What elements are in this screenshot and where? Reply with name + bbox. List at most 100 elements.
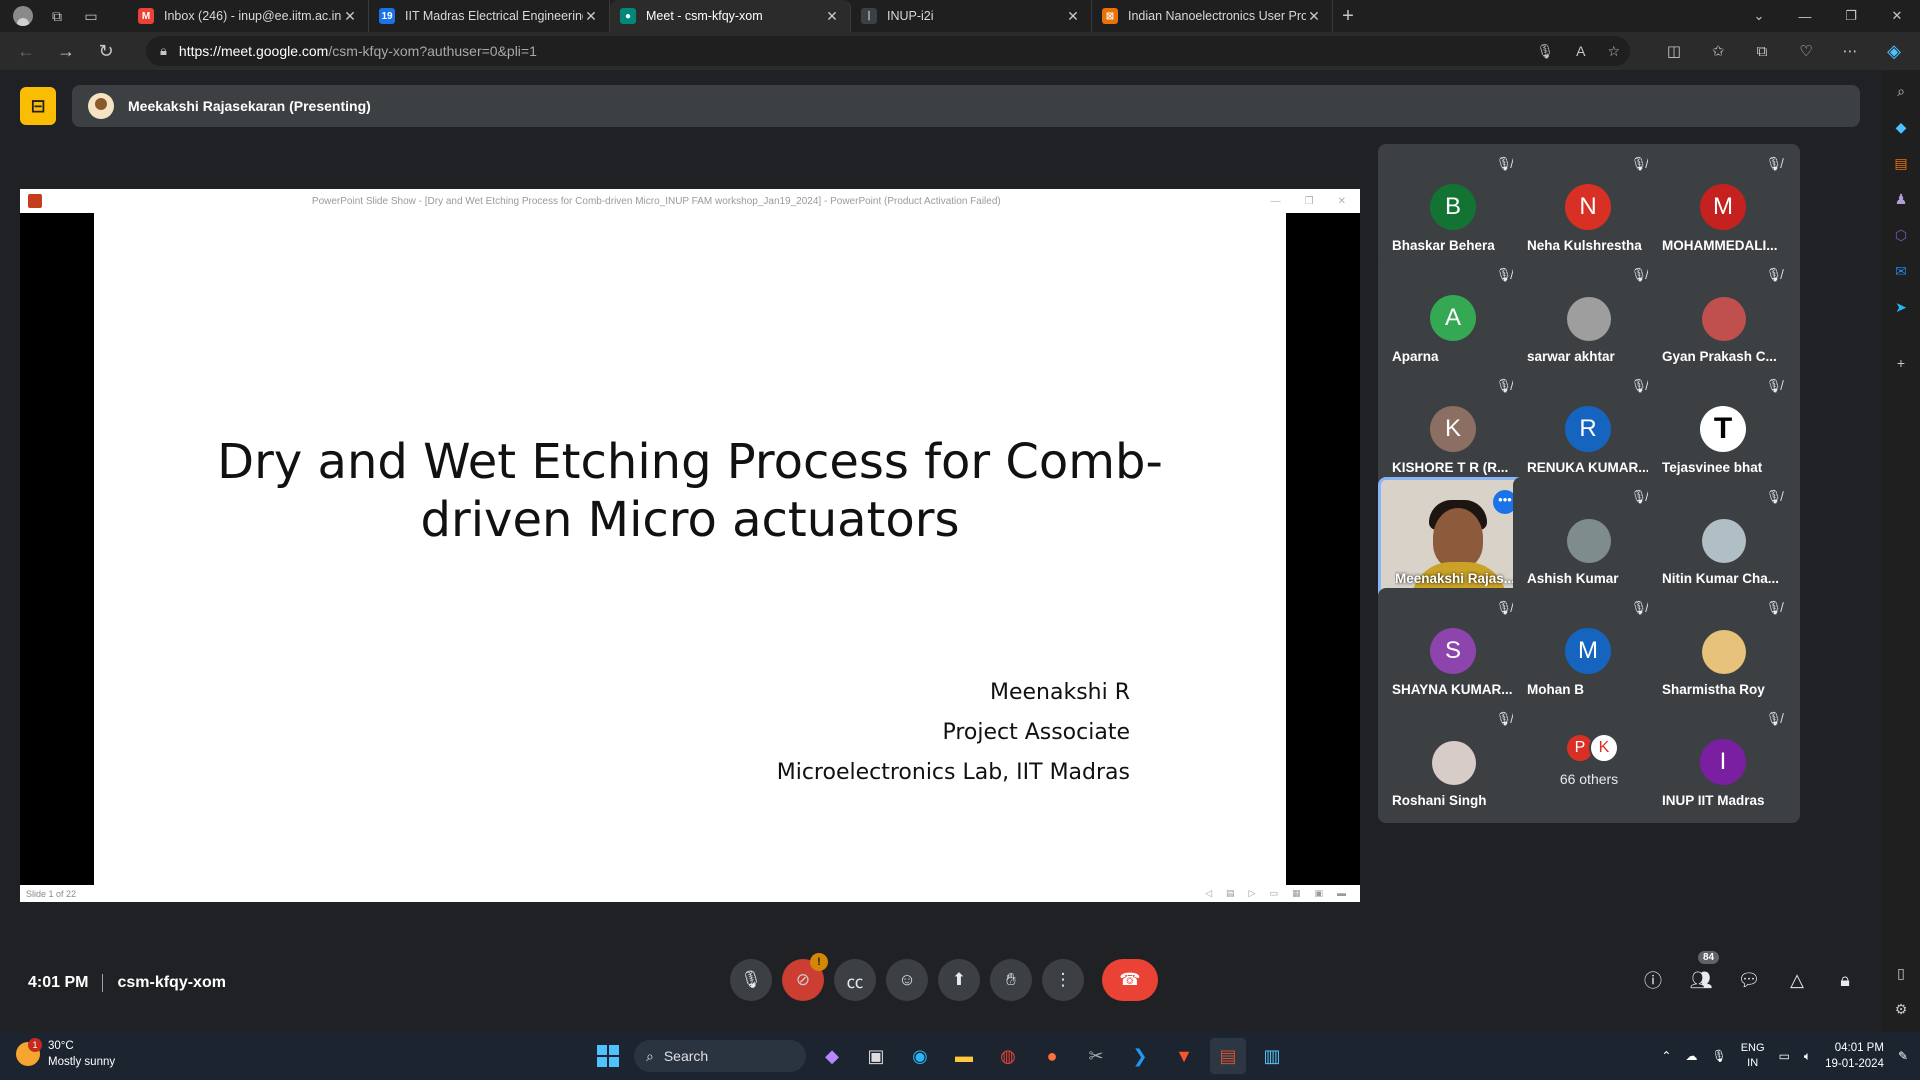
tab-close-icon[interactable]: ✕: [1065, 8, 1081, 25]
sun-icon: 1: [16, 1038, 42, 1066]
raise-hand-button[interactable]: ✋︎: [990, 959, 1032, 1001]
sidebar-telegram-icon[interactable]: ➤: [1890, 296, 1912, 318]
copilot-app-icon[interactable]: ◆: [814, 1038, 850, 1074]
vscode-app-icon[interactable]: ❯: [1122, 1038, 1158, 1074]
participant-tile[interactable]: 🎙︎̸ sarwar akhtar: [1513, 255, 1665, 379]
participant-tile[interactable]: 🎙︎̸ I INUP IIT Madras: [1648, 699, 1800, 823]
firefox-app-icon[interactable]: ●: [1034, 1038, 1070, 1074]
people-button[interactable]: 👥︎ 84: [1686, 951, 1720, 995]
presenter-avatar: [88, 93, 114, 119]
volume-icon[interactable]: 🔈︎: [1804, 1049, 1811, 1064]
activities-button[interactable]: △: [1782, 965, 1812, 995]
back-button[interactable]: ←: [6, 36, 46, 66]
sidebar-panel-icon[interactable]: ▯: [1890, 962, 1912, 984]
stop-presentation-view-button[interactable]: ⊟: [20, 87, 56, 125]
notifications-icon[interactable]: ✎: [1898, 1049, 1908, 1063]
profile-button[interactable]: [8, 3, 38, 29]
snipping-tool-icon[interactable]: ✂: [1078, 1038, 1114, 1074]
participant-tile[interactable]: 🎙︎̸ K KISHORE T R (R...: [1378, 366, 1530, 490]
participant-tile[interactable]: 🎙︎̸ Gyan Prakash C...: [1648, 255, 1800, 379]
browser-tab[interactable]: 19 IIT Madras Electrical Engineering ✕: [369, 0, 610, 32]
file-explorer-icon[interactable]: ▬: [946, 1038, 982, 1074]
url-field[interactable]: 🔒︎ https://meet.google.com/csm-kfqy-xom?…: [146, 36, 1630, 66]
tab-actions-icon[interactable]: ▭: [76, 3, 106, 29]
tray-chevron-icon[interactable]: ⌃: [1661, 1049, 1671, 1063]
tab-close-icon[interactable]: ✕: [342, 8, 358, 25]
sidebar-shopping-icon[interactable]: ◆: [1890, 116, 1912, 138]
tab-close-icon[interactable]: ✕: [824, 8, 840, 25]
browser-tab[interactable]: ● Meet - csm-kfqy-xom ✕: [610, 0, 851, 32]
more-options-button[interactable]: ⋮: [1042, 959, 1084, 1001]
language-indicator[interactable]: ENG IN: [1741, 1041, 1765, 1071]
favorite-star-icon[interactable]: ☆: [1607, 43, 1620, 60]
participant-tile[interactable]: 🎙︎̸ M MOHAMMEDALI...: [1648, 144, 1800, 268]
microphone-icon[interactable]: 🎙︎: [1536, 43, 1554, 60]
participant-tile[interactable]: 🎙︎̸ N Neha Kulshrestha: [1513, 144, 1665, 268]
browser-tab[interactable]: M Inbox (246) - inup@ee.iitm.ac.in ✕: [128, 0, 369, 32]
participant-tile[interactable]: ••• Meenakshi Rajas...: [1378, 477, 1530, 601]
browser-tab[interactable]: ⊠ Indian Nanoelectronics User Prog ✕: [1092, 0, 1333, 32]
more-menu-icon[interactable]: ⋯: [1834, 42, 1866, 60]
notepad-app-icon[interactable]: ▥: [1254, 1038, 1290, 1074]
task-view-icon[interactable]: ▣: [858, 1038, 894, 1074]
onedrive-icon[interactable]: ☁: [1685, 1049, 1697, 1063]
camera-button[interactable]: ⊘!: [782, 953, 828, 1001]
refresh-button[interactable]: ↻: [86, 36, 126, 66]
leave-call-button[interactable]: ☎︎: [1102, 959, 1158, 1001]
site-info-lock-icon[interactable]: 🔒︎: [160, 43, 167, 59]
microphone-button[interactable]: 🎙︎: [730, 959, 772, 1001]
browser-essentials-icon[interactable]: ♡: [1790, 42, 1822, 60]
host-controls-button[interactable]: 🔒︎: [1830, 965, 1860, 995]
favorites-icon[interactable]: ✩: [1702, 42, 1734, 60]
minimize-button[interactable]: —: [1782, 0, 1828, 32]
powerpoint-app-icon[interactable]: ▤: [1210, 1038, 1246, 1074]
clock[interactable]: 04:01 PM 19-01-2024: [1825, 1040, 1884, 1072]
start-button[interactable]: [590, 1038, 626, 1074]
tab-close-icon[interactable]: ✕: [583, 8, 599, 25]
participant-tile[interactable]: 🎙︎̸ Nitin Kumar Cha...: [1648, 477, 1800, 601]
forward-button[interactable]: →: [46, 36, 86, 66]
sidebar-outlook-icon[interactable]: ✉: [1890, 260, 1912, 282]
brave-app-icon[interactable]: ▼: [1166, 1038, 1202, 1074]
participant-tile[interactable]: 🎙︎̸ Ashish Kumar: [1513, 477, 1665, 601]
captions-button[interactable]: ㏄: [834, 959, 876, 1001]
weather-widget[interactable]: 1 30°C Mostly sunny: [16, 1038, 115, 1070]
participant-tile[interactable]: 🎙︎̸ A Aparna: [1378, 255, 1530, 379]
sidebar-tools-icon[interactable]: ▤: [1890, 152, 1912, 174]
participant-tile[interactable]: 🎙︎̸ R RENUKA KUMAR...: [1513, 366, 1665, 490]
workspaces-icon[interactable]: ⧉: [42, 3, 72, 29]
meeting-info-button[interactable]: ⓘ: [1638, 965, 1668, 995]
sidebar-search-icon[interactable]: ⌕: [1890, 80, 1912, 102]
participant-tile[interactable]: P K 66 others: [1513, 699, 1665, 823]
participant-tile[interactable]: 🎙︎̸ T Tejasvinee bhat: [1648, 366, 1800, 490]
participant-tile[interactable]: 🎙︎̸ Roshani Singh: [1378, 699, 1530, 823]
sidebar-settings-icon[interactable]: ⚙: [1890, 998, 1912, 1020]
participant-tile[interactable]: 🎙︎̸ Sharmistha Roy: [1648, 588, 1800, 712]
participant-tile[interactable]: 🎙︎̸ M Mohan B: [1513, 588, 1665, 712]
present-button[interactable]: ⬆: [938, 959, 980, 1001]
restore-button[interactable]: ❐: [1828, 0, 1874, 32]
edge-app-icon[interactable]: ◉: [902, 1038, 938, 1074]
participant-tile[interactable]: 🎙︎̸ B Bhaskar Behera: [1378, 144, 1530, 268]
browser-tab[interactable]: ᛁ INUP-i2i ✕: [851, 0, 1092, 32]
chat-button[interactable]: 💬︎: [1734, 965, 1764, 995]
collections-icon[interactable]: ⧉: [1746, 43, 1778, 60]
close-window-button[interactable]: ✕: [1874, 0, 1920, 32]
split-screen-icon[interactable]: ◫: [1658, 42, 1690, 60]
sidebar-add-icon[interactable]: +: [1890, 352, 1912, 374]
taskbar-search[interactable]: ⌕ Search: [634, 1040, 806, 1072]
phone-hangup-icon: ☎︎: [1119, 970, 1141, 989]
copilot-icon[interactable]: ◈: [1878, 41, 1910, 62]
tab-close-icon[interactable]: ✕: [1306, 8, 1322, 25]
participant-avatar: I: [1700, 739, 1746, 785]
chrome-app-icon[interactable]: ◍: [990, 1038, 1026, 1074]
sidebar-games-icon[interactable]: ♟: [1890, 188, 1912, 210]
tab-list-chevron-icon[interactable]: ⌄: [1736, 0, 1782, 32]
new-tab-button[interactable]: +: [1333, 5, 1363, 28]
read-aloud-icon[interactable]: A: [1576, 43, 1585, 60]
reactions-button[interactable]: ☺: [886, 959, 928, 1001]
sidebar-m365-icon[interactable]: ⬡: [1890, 224, 1912, 246]
mic-tray-icon[interactable]: 🎙︎: [1711, 1049, 1726, 1063]
network-icon[interactable]: ▭: [1779, 1049, 1790, 1063]
participant-tile[interactable]: 🎙︎̸ S SHAYNA KUMAR...: [1378, 588, 1530, 712]
